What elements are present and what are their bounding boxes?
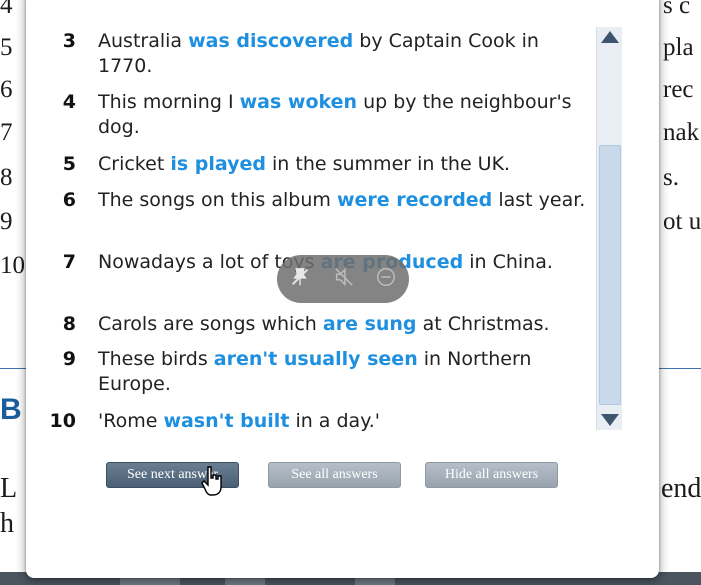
text-fragment: ot u: [663, 208, 701, 235]
item-text: 'Rome wasn't built in a day.': [98, 410, 380, 432]
item-number: 3: [62, 30, 76, 52]
item-text: Australia was discovered by Captain Cook…: [98, 30, 539, 77]
line-number: 8: [0, 164, 13, 191]
text-fragment: nak: [663, 119, 700, 146]
text-fragment: end: [661, 473, 701, 504]
scroll-down-icon[interactable]: [601, 414, 619, 426]
media-controls: [277, 255, 409, 303]
scroll-thumb[interactable]: [599, 145, 621, 405]
answer-text: was woken: [239, 91, 358, 113]
text-fragment: pla: [663, 34, 694, 61]
text-fragment: s c: [663, 0, 691, 19]
section-heading: B: [0, 393, 22, 426]
answer-text: aren't usually seen: [213, 348, 418, 370]
item-number: 10: [49, 410, 76, 432]
line-number: 10: [0, 252, 25, 279]
answer-text: wasn't built: [163, 410, 290, 432]
scroll-up-icon[interactable]: [601, 31, 619, 43]
line-number: 9: [0, 208, 13, 235]
item-text: These birds aren't usually seen in North…: [98, 348, 532, 395]
hand-cursor-icon: [201, 466, 222, 496]
line-number: 6: [0, 76, 13, 103]
answer-text: was discovered: [188, 30, 354, 52]
see-all-answers-button[interactable]: See all answers: [268, 462, 401, 488]
item-number: 5: [62, 153, 76, 175]
item-text: Carols are songs which are sung at Chris…: [98, 313, 550, 335]
answer-text: are sung: [322, 313, 417, 335]
mute-icon[interactable]: [333, 266, 355, 288]
text-fragment: rec: [663, 76, 694, 103]
line-number: 5: [0, 34, 13, 61]
line-number: 4: [0, 0, 13, 19]
item-number: 9: [62, 348, 76, 370]
item-number: 6: [62, 189, 76, 211]
text-fragment: h: [0, 508, 14, 539]
item-text: Cricket is played in the summer in the U…: [98, 153, 511, 175]
item-number: 8: [62, 313, 76, 335]
minus-circle-icon[interactable]: [375, 266, 397, 288]
answer-text: is played: [170, 153, 266, 175]
text-fragment: L: [0, 473, 18, 504]
line-number: 7: [0, 119, 13, 146]
item-text: The songs on this album were recorded la…: [98, 189, 586, 211]
answer-text: were recorded: [336, 189, 493, 211]
item-text: This morning I was woken up by the neigh…: [98, 91, 572, 138]
pin-off-icon[interactable]: [289, 266, 311, 288]
hide-all-answers-button[interactable]: Hide all answers: [425, 462, 558, 488]
item-number: 7: [62, 251, 76, 273]
scrollbar[interactable]: [596, 27, 622, 430]
item-number: 4: [62, 91, 76, 113]
text-fragment: s.: [663, 164, 679, 191]
